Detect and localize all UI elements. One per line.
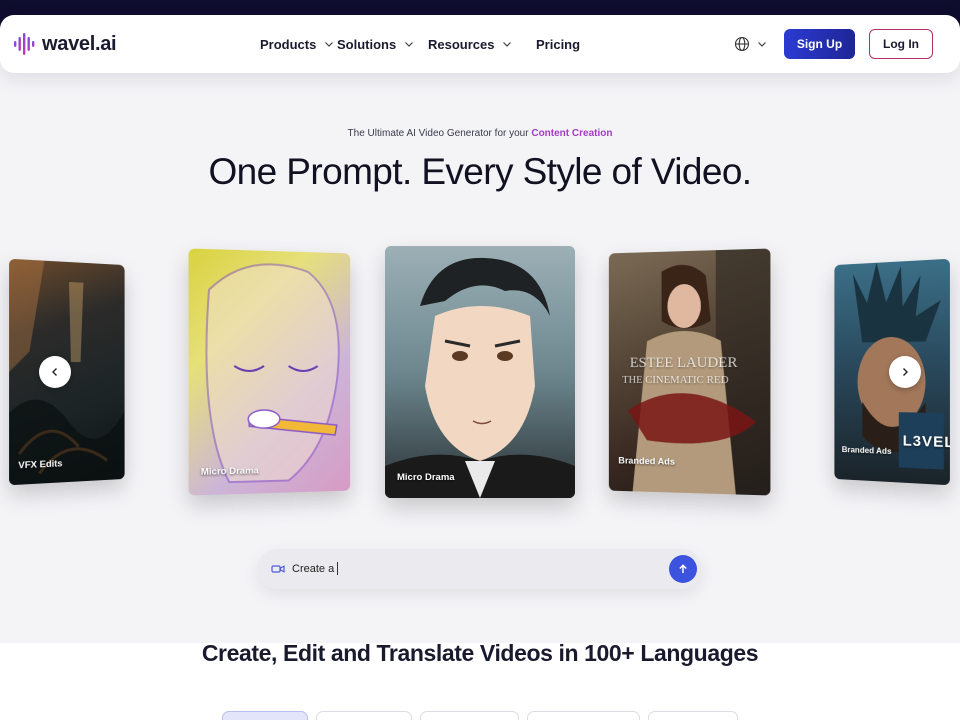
- tagline-prefix: The Ultimate AI Video Generator for your: [347, 128, 532, 139]
- feature-tab[interactable]: [527, 711, 640, 720]
- text-caret: [337, 562, 338, 575]
- hero-tagline: The Ultimate AI Video Generator for your…: [0, 128, 960, 139]
- nav-label: Products: [260, 36, 317, 52]
- chevron-right-icon: [903, 368, 908, 376]
- nav-solutions[interactable]: Solutions: [337, 15, 414, 73]
- carousel-card[interactable]: Micro Drama: [188, 248, 351, 496]
- chevron-down-icon: [405, 42, 414, 47]
- ad-overlay-brand: ESTEE LAUDER: [629, 354, 738, 372]
- feature-tab[interactable]: [420, 711, 519, 720]
- globe-icon: [734, 36, 750, 52]
- sign-up-button[interactable]: Sign Up: [784, 29, 855, 59]
- carousel-card[interactable]: ESTEE LAUDER THE CINEMATIC RED Branded A…: [608, 248, 771, 496]
- logo[interactable]: wavel.ai: [13, 32, 117, 56]
- chevron-down-icon: [325, 42, 334, 47]
- carousel-card[interactable]: Micro Drama: [385, 246, 575, 498]
- prompt-input[interactable]: [292, 559, 652, 579]
- video-icon: [271, 565, 285, 573]
- feature-tab[interactable]: [222, 711, 308, 720]
- card-label: Micro Drama: [397, 472, 455, 483]
- brand-name: wavel.ai: [42, 32, 117, 55]
- card-art: [385, 257, 575, 498]
- hero-headline: One Prompt. Every Style of Video.: [208, 151, 752, 192]
- chevron-down-icon: [503, 42, 512, 47]
- card-label: Branded Ads: [841, 444, 892, 457]
- carousel-prev-button[interactable]: [39, 356, 71, 388]
- nav-resources[interactable]: Resources: [428, 15, 512, 73]
- nav-products[interactable]: Products: [260, 15, 334, 73]
- feature-tab[interactable]: [316, 711, 412, 720]
- carousel-next-button[interactable]: [889, 356, 921, 388]
- nav-label: Resources: [428, 36, 495, 52]
- language-selector[interactable]: [734, 36, 767, 52]
- product-overlay-text: L3VEL3: [902, 432, 950, 452]
- log-in-button[interactable]: Log In: [869, 29, 933, 59]
- card-art: [189, 248, 351, 495]
- section-heading: Create, Edit and Translate Videos in 100…: [201, 640, 759, 666]
- chevron-down-icon: [758, 42, 766, 47]
- card-label: Branded Ads: [618, 455, 676, 468]
- nav-label: Pricing: [536, 36, 581, 52]
- card-label: VFX Edits: [18, 458, 63, 472]
- waveform-icon: [14, 33, 35, 55]
- arrow-up-icon: [679, 564, 687, 573]
- card-label: Micro Drama: [200, 465, 259, 478]
- nav-pricing[interactable]: Pricing: [536, 15, 580, 73]
- chevron-left-icon: [52, 368, 57, 376]
- nav-label: Solutions: [337, 36, 397, 52]
- feature-tab[interactable]: [648, 711, 738, 720]
- send-button[interactable]: [669, 555, 697, 583]
- tagline-accent[interactable]: Content Creation: [531, 128, 612, 139]
- ad-overlay-tagline: THE CINEMATIC RED: [622, 373, 729, 387]
- prompt-bar: [257, 549, 702, 589]
